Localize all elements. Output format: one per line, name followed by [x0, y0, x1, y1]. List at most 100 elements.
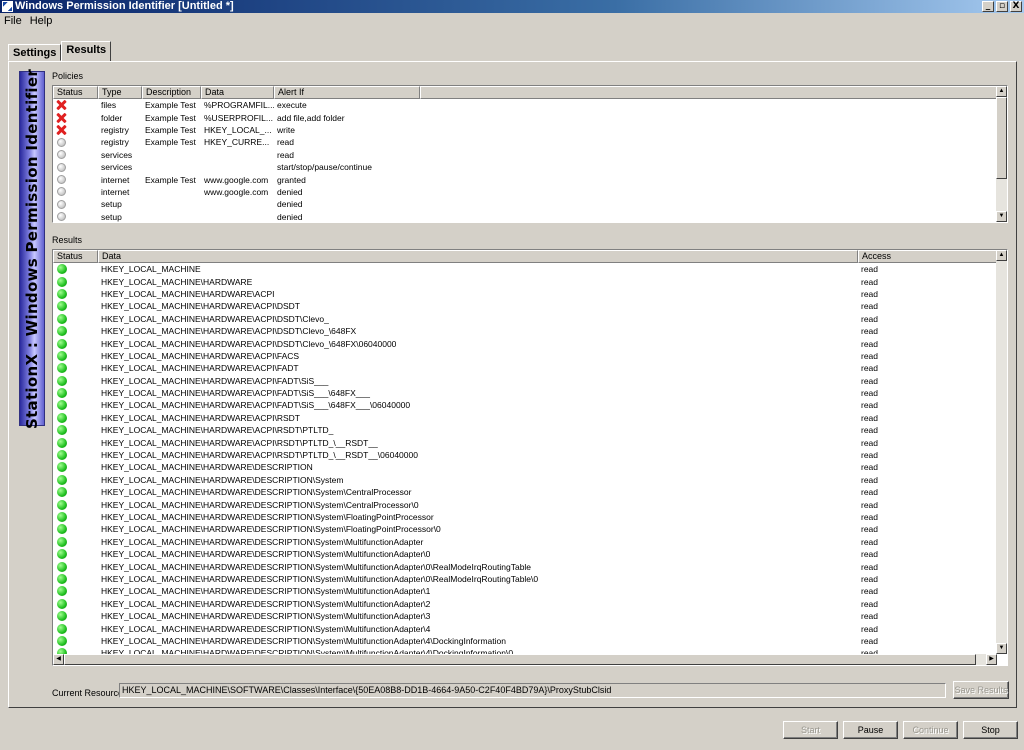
- scroll-down-icon[interactable]: ▼: [996, 211, 1007, 222]
- idle-circle-icon: [57, 212, 66, 222]
- table-row[interactable]: HKEY_LOCAL_MACHINE\HARDWARE\DESCRIPTION\…: [53, 523, 998, 535]
- pause-button[interactable]: Pause: [843, 721, 898, 739]
- column-status[interactable]: Status: [53, 86, 98, 99]
- results-vscroll[interactable]: ▲ ▼: [996, 250, 1007, 654]
- table-row[interactable]: HKEY_LOCAL_MACHINE\HARDWARE\DESCRIPTION\…: [53, 536, 998, 548]
- results-hscroll[interactable]: ◀ ▶: [53, 654, 997, 665]
- table-row[interactable]: HKEY_LOCAL_MACHINE\HARDWARE\ACPI\RSDT\PT…: [53, 449, 998, 461]
- access-cell: read: [861, 487, 879, 498]
- tab-results[interactable]: Results: [61, 41, 112, 61]
- ok-circle-icon: [57, 536, 67, 547]
- continue-button[interactable]: Continue: [903, 721, 958, 739]
- status-cell: [53, 212, 98, 222]
- table-row[interactable]: HKEY_LOCAL_MACHINE\HARDWARE\ACPI read: [53, 288, 998, 300]
- description-cell: Example Test: [145, 124, 196, 135]
- data-cell: %PROGRAMFIL...: [204, 100, 274, 111]
- column-access[interactable]: Access: [858, 250, 998, 263]
- idle-circle-icon: [57, 162, 66, 172]
- table-row[interactable]: HKEY_LOCAL_MACHINE\HARDWARE\DESCRIPTION\…: [53, 474, 998, 486]
- table-row[interactable]: services start/stop/pause/continue: [53, 161, 420, 173]
- policies-vscroll[interactable]: ▲ ▼: [996, 86, 1007, 222]
- policies-list[interactable]: Status Type Description Data Alert If fi…: [52, 85, 1008, 223]
- start-button[interactable]: Start: [783, 721, 838, 739]
- table-row[interactable]: HKEY_LOCAL_MACHINE\HARDWARE\ACPI\FADT\Si…: [53, 387, 998, 399]
- minimize-icon[interactable]: _: [982, 1, 994, 12]
- table-row[interactable]: registry Example Test HKEY_LOCAL_... write: [53, 124, 420, 136]
- table-row[interactable]: HKEY_LOCAL_MACHINE\HARDWARE\DESCRIPTION\…: [53, 635, 998, 647]
- table-row[interactable]: HKEY_LOCAL_MACHINE\HARDWARE\DESCRIPTION r…: [53, 461, 998, 473]
- alert-cell: read: [277, 149, 295, 160]
- results-rows: HKEY_LOCAL_MACHINE read HKEY_LOCAL_MACHINE…: [53, 263, 998, 660]
- hscroll-thumb[interactable]: [64, 654, 976, 665]
- table-row[interactable]: files Example Test %PROGRAMFIL... execute: [53, 99, 420, 111]
- status-cell: [53, 536, 98, 547]
- idle-circle-icon: [57, 150, 66, 160]
- table-row[interactable]: HKEY_LOCAL_MACHINE\HARDWARE\ACPI\RSDT\PT…: [53, 424, 998, 436]
- scroll-down-icon[interactable]: ▼: [996, 643, 1007, 654]
- save-results-button[interactable]: Save Results: [953, 681, 1009, 699]
- table-row[interactable]: HKEY_LOCAL_MACHINE\HARDWARE read: [53, 275, 998, 287]
- access-cell: read: [861, 388, 879, 399]
- ok-circle-icon: [57, 437, 67, 448]
- table-row[interactable]: HKEY_LOCAL_MACHINE\HARDWARE\ACPI\DSDT\Cl…: [53, 313, 998, 325]
- scroll-left-icon[interactable]: ◀: [53, 654, 64, 665]
- table-row[interactable]: HKEY_LOCAL_MACHINE\HARDWARE\DESCRIPTION\…: [53, 598, 998, 610]
- column-status[interactable]: Status: [53, 250, 98, 263]
- status-cell: [53, 187, 98, 197]
- table-row[interactable]: HKEY_LOCAL_MACHINE read: [53, 263, 998, 275]
- column-type[interactable]: Type: [98, 86, 142, 99]
- scroll-right-icon[interactable]: ▶: [986, 654, 997, 665]
- table-row[interactable]: HKEY_LOCAL_MACHINE\HARDWARE\DESCRIPTION\…: [53, 486, 998, 498]
- menu-bar: File Help: [0, 13, 1024, 29]
- table-row[interactable]: HKEY_LOCAL_MACHINE\HARDWARE\DESCRIPTION\…: [53, 498, 998, 510]
- table-row[interactable]: HKEY_LOCAL_MACHINE\HARDWARE\DESCRIPTION\…: [53, 610, 998, 622]
- access-cell: read: [861, 288, 879, 299]
- results-list[interactable]: Status Data Access HKEY_LOCAL_MACHINE rea…: [52, 249, 1008, 666]
- status-cell: [53, 623, 98, 634]
- stop-button[interactable]: Stop: [963, 721, 1018, 739]
- table-row[interactable]: HKEY_LOCAL_MACHINE\HARDWARE\ACPI\FADT\Si…: [53, 375, 998, 387]
- type-cell: folder: [101, 112, 123, 123]
- table-row[interactable]: HKEY_LOCAL_MACHINE\HARDWARE\DESCRIPTION\…: [53, 622, 998, 634]
- alert-cell: add file,add folder: [277, 112, 345, 123]
- table-row[interactable]: HKEY_LOCAL_MACHINE\HARDWARE\DESCRIPTION\…: [53, 511, 998, 523]
- column-data[interactable]: Data: [201, 86, 274, 99]
- ok-circle-icon: [57, 288, 67, 299]
- table-row[interactable]: HKEY_LOCAL_MACHINE\HARDWARE\ACPI\DSDT\Cl…: [53, 337, 998, 349]
- access-cell: read: [861, 474, 879, 485]
- column-data[interactable]: Data: [98, 250, 858, 263]
- table-row[interactable]: HKEY_LOCAL_MACHINE\HARDWARE\ACPI\DSDT rea…: [53, 300, 998, 312]
- table-row[interactable]: HKEY_LOCAL_MACHINE\HARDWARE\ACPI\RSDT\PT…: [53, 436, 998, 448]
- restore-icon[interactable]: ▫: [996, 1, 1008, 12]
- status-cell: [53, 326, 98, 337]
- table-row[interactable]: HKEY_LOCAL_MACHINE\HARDWARE\ACPI\DSDT\Cl…: [53, 325, 998, 337]
- table-row[interactable]: HKEY_LOCAL_MACHINE\HARDWARE\ACPI\FADT rea…: [53, 362, 998, 374]
- table-row[interactable]: HKEY_LOCAL_MACHINE\HARDWARE\ACPI\RSDT rea…: [53, 412, 998, 424]
- menu-file[interactable]: File: [0, 13, 26, 29]
- scroll-up-icon[interactable]: ▲: [996, 250, 1007, 261]
- table-row[interactable]: setup denied: [53, 211, 420, 222]
- table-row[interactable]: folder Example Test %USERPROFIL... add file…: [53, 111, 420, 123]
- table-row[interactable]: HKEY_LOCAL_MACHINE\HARDWARE\DESCRIPTION\…: [53, 548, 998, 560]
- scroll-up-icon[interactable]: ▲: [996, 86, 1007, 97]
- table-row[interactable]: HKEY_LOCAL_MACHINE\HARDWARE\DESCRIPTION\…: [53, 573, 998, 585]
- table-row[interactable]: internet Example Test www.google.com grante…: [53, 173, 420, 185]
- table-row[interactable]: services read: [53, 149, 420, 161]
- table-row[interactable]: HKEY_LOCAL_MACHINE\HARDWARE\DESCRIPTION\…: [53, 560, 998, 572]
- menu-help[interactable]: Help: [26, 13, 57, 29]
- table-row[interactable]: HKEY_LOCAL_MACHINE\HARDWARE\ACPI\FACS rea…: [53, 350, 998, 362]
- scroll-thumb[interactable]: [996, 97, 1007, 179]
- column-description[interactable]: Description: [142, 86, 201, 99]
- table-row[interactable]: registry Example Test HKEY_CURRE... read: [53, 136, 420, 148]
- access-cell: read: [861, 276, 879, 287]
- table-row[interactable]: HKEY_LOCAL_MACHINE\HARDWARE\DESCRIPTION\…: [53, 585, 998, 597]
- close-icon[interactable]: X: [1010, 1, 1022, 12]
- table-row[interactable]: setup denied: [53, 198, 420, 210]
- data-cell: HKEY_LOCAL_MACHINE\HARDWARE\DESCRIPTION\…: [101, 623, 431, 634]
- column-alert-if[interactable]: Alert If: [274, 86, 420, 99]
- data-cell: HKEY_LOCAL_MACHINE\HARDWARE\DESCRIPTION\…: [101, 549, 431, 560]
- tab-settings[interactable]: Settings: [8, 44, 62, 61]
- status-cell: [53, 474, 98, 485]
- table-row[interactable]: HKEY_LOCAL_MACHINE\HARDWARE\ACPI\FADT\Si…: [53, 399, 998, 411]
- table-row[interactable]: internet www.google.com denied: [53, 186, 420, 198]
